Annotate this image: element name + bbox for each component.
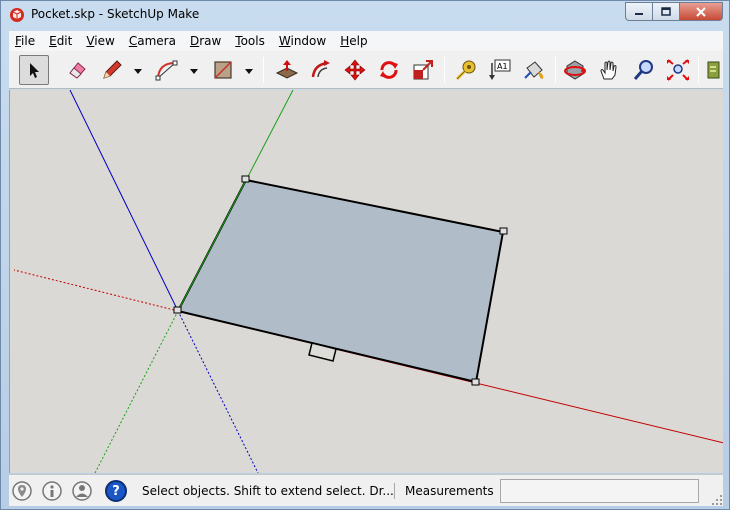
vertex-marker [241, 175, 250, 183]
help-icon[interactable]: ? [105, 480, 127, 502]
large-toolset-toolbar: A1 [9, 51, 723, 89]
window-title: Pocket.skp - SketchUp Make [31, 7, 200, 21]
user-account-icon[interactable] [71, 480, 93, 502]
zoom-tool-button[interactable] [629, 55, 659, 85]
blue-axis-positive [69, 90, 179, 312]
menu-view[interactable]: View [86, 34, 114, 48]
eraser-tool-button[interactable] [62, 55, 92, 85]
arc-tool-button[interactable] [152, 55, 182, 85]
status-bar: ? Select objects. Shift to extend select… [9, 474, 723, 506]
measurements-label: Measurements [405, 484, 494, 498]
tape-measure-icon [455, 60, 476, 81]
menu-file[interactable]: File [15, 34, 35, 48]
arc-dropdown-chevron-icon[interactable] [189, 66, 199, 76]
offset-tool-button[interactable] [306, 55, 336, 85]
window-controls [625, 2, 723, 21]
select-arrow-icon [30, 63, 39, 78]
help-glyph: ? [112, 483, 120, 499]
green-axis-negative [94, 310, 179, 473]
zoom-icon [633, 60, 653, 80]
arc-icon [155, 60, 178, 81]
measurements-input[interactable] [500, 479, 699, 503]
status-message: Select objects. Shift to extend select. … [142, 484, 394, 498]
tape-measure-tool-button[interactable] [451, 55, 481, 85]
menu-edit[interactable]: Edit [49, 34, 72, 48]
warehouse-icon [707, 61, 720, 79]
minimize-button[interactable] [625, 2, 652, 21]
pan-hand-icon [600, 60, 617, 80]
scale-icon [413, 60, 433, 80]
title-bar[interactable]: Pocket.skp - SketchUp Make [1, 1, 729, 29]
model-viewport[interactable] [9, 90, 723, 473]
text-label-icon: A1 [489, 59, 511, 80]
menu-bar: File Edit View Camera Draw Tools Window … [9, 31, 723, 51]
text-tool-button[interactable]: A1 [485, 55, 515, 85]
line-dropdown-chevron-icon[interactable] [133, 66, 143, 76]
geo-location-icon[interactable] [11, 480, 33, 502]
rectangle-face[interactable] [177, 179, 504, 383]
rectangle-shape-icon [214, 61, 232, 79]
toolbar-separator [263, 57, 264, 83]
app-window: Pocket.skp - SketchUp Make File Edit Vie… [0, 0, 730, 510]
scale-tool-button[interactable] [408, 55, 438, 85]
paint-bucket-icon [524, 61, 544, 79]
maximize-icon [661, 6, 671, 16]
pan-tool-button[interactable] [595, 55, 625, 85]
vertex-marker [173, 306, 182, 314]
orbit-tool-button[interactable] [560, 55, 590, 85]
close-icon [696, 6, 706, 17]
resize-grip-icon[interactable] [711, 494, 723, 506]
close-button[interactable] [679, 2, 723, 21]
toolbar-separator [444, 57, 445, 83]
minimize-icon [635, 12, 643, 15]
menu-window[interactable]: Window [279, 34, 326, 48]
sketchup-logo-icon [10, 8, 24, 22]
menu-draw[interactable]: Draw [190, 34, 221, 48]
push-pull-tool-button[interactable] [272, 55, 302, 85]
svg-text:A1: A1 [497, 62, 508, 71]
3d-warehouse-button[interactable] [703, 55, 723, 85]
status-separator [394, 483, 395, 499]
zoom-extents-tool-button[interactable] [663, 55, 693, 85]
zoom-extents-icon [667, 59, 689, 81]
blue-axis-negative [177, 310, 259, 473]
paint-bucket-tool-button[interactable] [519, 55, 549, 85]
pencil-line-icon [103, 60, 122, 79]
shape-tool-button[interactable] [208, 55, 238, 85]
eraser-icon [69, 62, 86, 79]
toolbar-separator [698, 57, 699, 83]
rotate-icon [380, 61, 398, 79]
select-tool-button[interactable] [19, 55, 49, 85]
move-icon [344, 59, 366, 81]
toolbar-separator [555, 57, 556, 83]
push-pull-icon [275, 60, 299, 79]
vertex-marker [471, 378, 480, 386]
line-tool-button[interactable] [97, 55, 127, 85]
menu-camera[interactable]: Camera [129, 34, 176, 48]
orbit-icon [564, 60, 586, 80]
rotate-tool-button[interactable] [374, 55, 404, 85]
credits-icon[interactable] [41, 480, 63, 502]
maximize-button[interactable] [652, 2, 679, 21]
offset-icon [311, 60, 330, 78]
viewport-canvas[interactable] [10, 90, 723, 473]
menu-help[interactable]: Help [340, 34, 367, 48]
vertex-marker [499, 227, 508, 235]
move-tool-button[interactable] [340, 55, 370, 85]
red-axis-negative [13, 269, 179, 312]
shape-dropdown-chevron-icon[interactable] [244, 66, 254, 76]
menu-tools[interactable]: Tools [235, 34, 265, 48]
